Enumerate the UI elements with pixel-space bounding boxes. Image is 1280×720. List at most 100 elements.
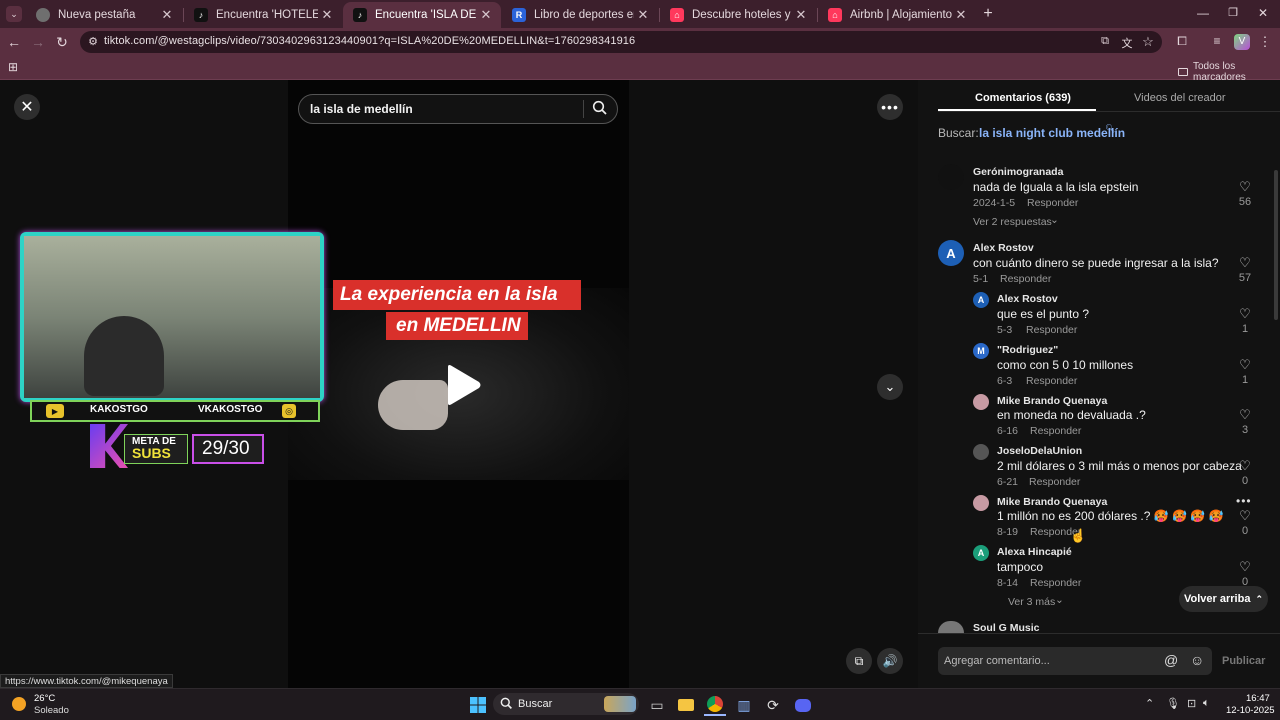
tab-hoteles[interactable]: ♪ Encuentra 'HOTELES EN COLON... ✕ bbox=[184, 2, 342, 28]
close-player-icon[interactable]: ✕ bbox=[14, 94, 40, 120]
windows-start-icon[interactable] bbox=[467, 694, 489, 716]
avatar[interactable]: A bbox=[938, 240, 964, 266]
translate-icon[interactable]: 文 bbox=[1120, 35, 1134, 51]
reply-username[interactable]: Mike Brando Quenaya bbox=[997, 395, 1107, 407]
caption-line-2: en MEDELLIN bbox=[396, 315, 521, 336]
close-window-icon[interactable]: ✕ bbox=[1256, 6, 1270, 20]
tab-creator-videos[interactable]: Videos del creador bbox=[1134, 92, 1226, 104]
speaker-icon[interactable]: 🔈︎ bbox=[1203, 697, 1210, 710]
reply-username[interactable]: JoseloDelaUnion bbox=[997, 445, 1082, 457]
weather-temp[interactable]: 26°C bbox=[34, 693, 55, 704]
clock-time[interactable]: 16:47 bbox=[1246, 693, 1270, 704]
comment-text: con cuánto dinero se puede ingresar a la… bbox=[973, 256, 1219, 270]
avatar[interactable]: M bbox=[973, 343, 989, 359]
publish-button[interactable]: Publicar bbox=[1222, 655, 1265, 667]
reply-username[interactable]: Alex Rostov bbox=[997, 293, 1058, 305]
avatar[interactable] bbox=[973, 394, 989, 410]
heart-icon[interactable]: ♡ bbox=[1237, 508, 1253, 524]
search-icon[interactable] bbox=[592, 100, 608, 116]
tab-comments[interactable]: Comentarios (639) bbox=[975, 92, 1071, 104]
heart-icon[interactable]: ♡ bbox=[1237, 357, 1253, 373]
site-info-icon[interactable]: ⚙ bbox=[86, 35, 100, 48]
close-tab-icon[interactable]: ✕ bbox=[792, 7, 810, 23]
reply-button[interactable]: Responder bbox=[1000, 273, 1051, 285]
like-count: 1 bbox=[1241, 323, 1249, 335]
heart-icon[interactable]: ♡ bbox=[1237, 179, 1253, 195]
reply-button[interactable]: Responder bbox=[1030, 425, 1081, 437]
tab-airbnb-alojamientos[interactable]: ⌂ Airbnb | Alojamientos vacacion... ✕ bbox=[818, 2, 976, 28]
menu-kebab-icon[interactable]: ⋮ bbox=[1258, 34, 1272, 50]
mention-at-icon[interactable]: @ bbox=[1164, 652, 1178, 668]
reply-date: 5-3 bbox=[997, 324, 1013, 336]
avatar[interactable]: A bbox=[973, 292, 989, 308]
url-text[interactable]: tiktok.com/@westagclips/video/7303402963… bbox=[104, 35, 635, 47]
minimize-icon[interactable]: — bbox=[1196, 6, 1210, 20]
reply-username[interactable]: "Rodriguez" bbox=[997, 344, 1058, 356]
restore-icon[interactable]: ❐ bbox=[1226, 6, 1240, 19]
file-explorer-icon[interactable] bbox=[675, 694, 697, 716]
scrollbar[interactable] bbox=[1274, 170, 1278, 320]
reading-list-icon[interactable]: ≡ bbox=[1210, 34, 1224, 48]
emoji-icon[interactable]: ☺ bbox=[1190, 652, 1204, 668]
avatar[interactable]: A bbox=[973, 545, 989, 561]
close-tab-icon[interactable]: ✕ bbox=[318, 7, 336, 23]
reply-button[interactable]: Responder bbox=[1030, 577, 1081, 589]
install-app-icon[interactable]: ⧉ bbox=[1098, 35, 1112, 48]
forward-icon[interactable]: → bbox=[30, 34, 46, 50]
heart-icon[interactable]: ♡ bbox=[1237, 407, 1253, 423]
volume-icon[interactable]: 🔊 bbox=[877, 648, 903, 674]
related-search-link[interactable]: la isla night club medellín bbox=[979, 126, 1125, 140]
reply-username[interactable]: Alexa Hincapié bbox=[997, 546, 1072, 558]
close-tab-icon[interactable]: ✕ bbox=[477, 7, 495, 23]
like-count: 3 bbox=[1241, 424, 1249, 436]
comment-more-options-icon[interactable]: ••• bbox=[1236, 494, 1252, 508]
tab-isla-medellin[interactable]: ♪ Encuentra 'ISLA DE MEDELLIN' ✕ bbox=[343, 2, 501, 28]
chevron-up-icon[interactable]: ⌃ bbox=[1145, 697, 1154, 710]
play-icon[interactable] bbox=[444, 364, 482, 411]
reload-icon[interactable]: ↻ bbox=[54, 34, 70, 51]
picture-in-picture-icon[interactable]: ⧉ bbox=[846, 648, 872, 674]
close-tab-icon[interactable]: ✕ bbox=[634, 7, 652, 23]
heart-icon[interactable]: ♡ bbox=[1237, 306, 1253, 322]
close-tab-icon[interactable]: ✕ bbox=[158, 7, 176, 23]
reply-username[interactable]: Mike Brando Quenaya bbox=[997, 496, 1107, 508]
reply-button[interactable]: Responder bbox=[1026, 324, 1077, 336]
view-more-replies-button[interactable]: Ver 3 más bbox=[1008, 596, 1055, 608]
tab-search-icon[interactable]: ⌄ bbox=[6, 6, 22, 22]
microphone-icon[interactable]: 🎙︎ bbox=[1166, 697, 1180, 710]
avatar[interactable] bbox=[973, 495, 989, 511]
network-icon[interactable]: ⊡ bbox=[1187, 697, 1196, 710]
tab-rushbet[interactable]: R Libro de deportes en línea - Ra... ✕ bbox=[502, 2, 658, 28]
extensions-icon[interactable]: ⧠ bbox=[1175, 34, 1189, 49]
heart-icon[interactable]: ♡ bbox=[1237, 255, 1253, 271]
close-tab-icon[interactable]: ✕ bbox=[952, 7, 970, 23]
comment-username[interactable]: Gerónimogranada bbox=[973, 166, 1063, 178]
profile-avatar-icon[interactable]: V bbox=[1234, 34, 1250, 50]
reply-button[interactable]: Responder bbox=[1029, 476, 1080, 488]
discord-icon[interactable] bbox=[792, 694, 814, 716]
chrome-taskbar-icon[interactable] bbox=[704, 694, 726, 716]
next-video-chevron-down-icon[interactable]: ⌄ bbox=[877, 374, 903, 400]
more-options-icon[interactable]: ••• bbox=[877, 94, 903, 120]
clock-date[interactable]: 12-10-2025 bbox=[1226, 705, 1275, 716]
task-view-icon[interactable]: ▭ bbox=[646, 694, 668, 716]
avatar[interactable] bbox=[973, 444, 989, 460]
view-replies-button[interactable]: Ver 2 respuestas bbox=[973, 216, 1052, 228]
channel-left: KAKOSTGO bbox=[90, 404, 148, 415]
avatar[interactable] bbox=[938, 164, 964, 190]
bookmark-star-icon[interactable]: ☆ bbox=[1141, 34, 1155, 50]
reply-button[interactable]: Responder bbox=[1027, 197, 1078, 209]
app-icon[interactable]: ▥ bbox=[733, 694, 755, 716]
tab-airbnb-hoteles[interactable]: ⌂ Descubre hoteles y alojamiento... ✕ bbox=[660, 2, 816, 28]
tab-new-tab[interactable]: Nueva pestaña ✕ bbox=[26, 2, 182, 28]
new-tab-plus-icon[interactable]: + bbox=[980, 5, 996, 23]
reply-button[interactable]: Responder bbox=[1026, 375, 1077, 387]
app-icon-2[interactable]: ⟳ bbox=[762, 694, 784, 716]
heart-icon[interactable]: ♡ bbox=[1237, 458, 1253, 474]
heart-icon[interactable]: ♡ bbox=[1237, 559, 1253, 575]
back-icon[interactable]: ← bbox=[6, 34, 22, 50]
apps-grid-icon[interactable]: ⊞ bbox=[6, 60, 20, 74]
weather-desc[interactable]: Soleado bbox=[34, 705, 69, 716]
back-to-top-button[interactable]: Volver arriba ⌃ bbox=[1179, 586, 1268, 612]
comment-username[interactable]: Alex Rostov bbox=[973, 242, 1034, 254]
